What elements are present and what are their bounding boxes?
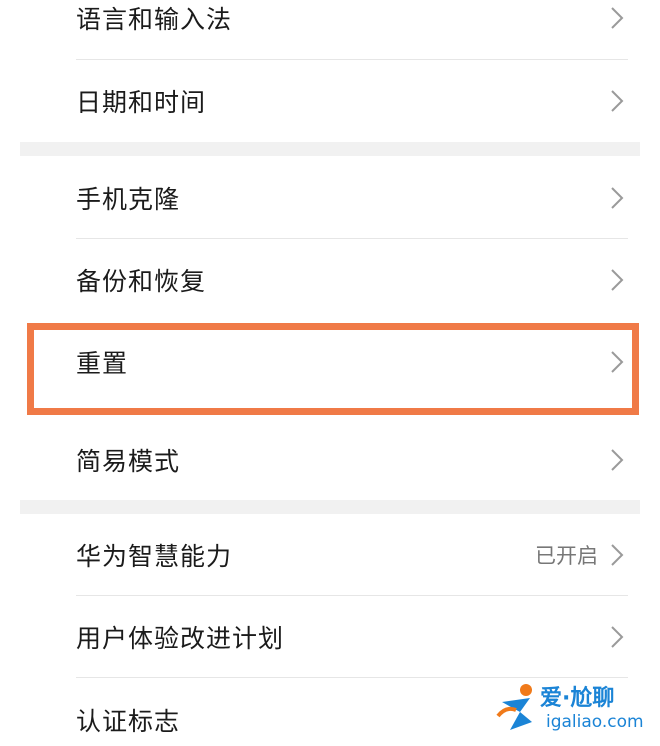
section-gap xyxy=(20,142,640,156)
settings-item-label: 备份和恢复 xyxy=(76,267,207,296)
chevron-right-icon xyxy=(610,186,624,210)
runner-logo-icon xyxy=(496,684,532,730)
chevron-right-icon xyxy=(610,543,624,567)
settings-item-label: 语言和输入法 xyxy=(76,5,233,34)
settings-item-label: 认证标志 xyxy=(76,707,181,736)
settings-item-language-input[interactable]: 语言和输入法 xyxy=(0,0,660,58)
settings-item-label: 华为智慧能力 xyxy=(76,542,233,571)
settings-item-user-experience-program[interactable]: 用户体验改进计划 xyxy=(0,597,660,677)
watermark-url: igaliao.com xyxy=(546,712,644,732)
settings-item-label: 日期和时间 xyxy=(76,88,207,117)
status-text: 已开启 xyxy=(535,544,598,568)
settings-item-date-time[interactable]: 日期和时间 xyxy=(0,61,660,141)
settings-item-huawei-assistant[interactable]: 华为智慧能力 已开启 xyxy=(0,515,660,595)
section-gap xyxy=(20,500,640,514)
chevron-right-icon xyxy=(610,89,624,113)
settings-item-phone-clone[interactable]: 手机克隆 xyxy=(0,158,660,238)
row-divider xyxy=(76,595,628,596)
watermark-logo: 爱·尬聊 igaliao.com xyxy=(496,680,656,738)
row-divider xyxy=(76,677,628,678)
settings-item-reset[interactable]: 重置 xyxy=(0,322,660,402)
row-divider xyxy=(76,238,628,239)
chevron-right-icon xyxy=(610,6,624,30)
chevron-right-icon xyxy=(610,268,624,292)
chevron-right-icon xyxy=(610,350,624,374)
settings-item-label: 重置 xyxy=(76,349,129,378)
chevron-right-icon xyxy=(610,448,624,472)
chevron-right-icon xyxy=(610,625,624,649)
settings-item-simple-mode[interactable]: 简易模式 xyxy=(0,420,660,500)
row-divider xyxy=(76,59,628,60)
settings-item-label: 简易模式 xyxy=(76,447,181,476)
watermark-title: 爱·尬聊 xyxy=(540,686,615,711)
settings-item-label: 手机克隆 xyxy=(76,185,181,214)
settings-item-backup-restore[interactable]: 备份和恢复 xyxy=(0,240,660,320)
settings-item-label: 用户体验改进计划 xyxy=(76,624,285,653)
